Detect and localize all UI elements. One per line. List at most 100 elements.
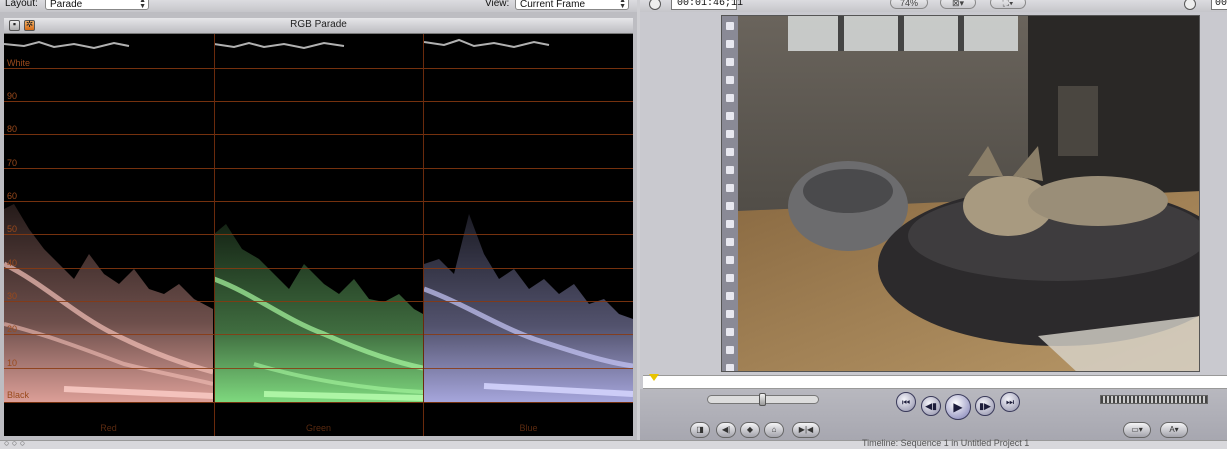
clock-icon[interactable] — [1184, 0, 1196, 10]
popup-arrows-icon: ▲ ▼ — [139, 0, 146, 10]
red-waveform — [4, 40, 213, 402]
film-hole — [726, 364, 734, 371]
generator-popup[interactable]: ▭▾ — [1123, 422, 1151, 438]
film-hole — [726, 130, 734, 138]
timecode-field[interactable]: 00:01:46;11 — [671, 0, 743, 10]
gridline-label: 90 — [7, 91, 18, 101]
scope-title-bar: ▪ ✲ RGB Parade — [4, 18, 633, 34]
gridline-label: 70 — [7, 158, 18, 168]
gridline-label: Black — [7, 390, 30, 400]
video-frame[interactable] — [721, 15, 1200, 372]
channel-label-red: Red — [100, 423, 117, 433]
step-forward-button[interactable]: ▮▶ — [975, 396, 995, 416]
scrubber-bar[interactable] — [643, 374, 1227, 389]
film-hole — [726, 184, 734, 192]
viewer-panel: 00:01:46;11 74% ⊠▾ ⛶▾ 00 ⏮ ◀▮ ▶ ▮▶ ⏭ ◨ ◀… — [640, 0, 1227, 440]
playhead-icon[interactable] — [649, 374, 659, 381]
scope-title: RGB Parade — [290, 19, 347, 30]
gridline-label: 80 — [7, 124, 18, 134]
gridline-20 — [4, 334, 633, 335]
zoom-value: 74% — [899, 0, 918, 8]
gridline-label: 60 — [7, 191, 18, 201]
film-hole — [726, 328, 734, 336]
gridline-40 — [4, 268, 633, 269]
film-hole — [726, 220, 734, 228]
view-value: Current Frame — [520, 0, 586, 10]
play-icon: ▶ — [953, 400, 963, 414]
channel-label-blue: Blue — [519, 423, 538, 433]
generator-icon: ▭▾ — [1131, 425, 1143, 434]
overlay-icon: ⛶▾ — [1002, 0, 1014, 8]
view-mode-popup[interactable]: ⊠▾ — [940, 0, 976, 9]
mark-in-out-icon: ▶|◀ — [798, 425, 814, 434]
scope-toolbar: Layout: Parade ▲ ▼ View: Current Frame ▲ ▼ — [0, 0, 637, 12]
film-hole — [726, 94, 734, 102]
mark-clip-button[interactable]: ◀| — [716, 422, 736, 438]
film-hole — [726, 292, 734, 300]
gridline-label: 20 — [7, 324, 18, 334]
mark-clip-icon: ◀| — [721, 425, 731, 434]
timecode-right-field[interactable]: 00 — [1211, 0, 1227, 10]
film-hole — [726, 238, 734, 246]
view-label: View: — [485, 0, 510, 9]
window-controls[interactable]: ○ ○ ○ — [4, 438, 25, 448]
gridline-label: 10 — [7, 358, 18, 368]
channel-divider — [423, 34, 424, 436]
film-hole — [726, 22, 734, 30]
film-hole — [726, 274, 734, 282]
match-frame-icon: ◨ — [696, 425, 704, 434]
film-hole — [726, 166, 734, 174]
match-frame-button[interactable]: ◨ — [690, 422, 710, 438]
clock-icon[interactable] — [649, 0, 661, 10]
gridline-label: 50 — [7, 224, 18, 234]
gridline-60 — [4, 201, 633, 202]
skip-forward-button[interactable]: ⏭ — [1000, 392, 1020, 412]
channel-divider — [214, 34, 215, 436]
add-marker-button[interactable]: ⌂ — [764, 422, 784, 438]
timeline-window-title: Timeline: Sequence 1 in Untitled Project… — [862, 438, 1030, 448]
text-generator-popup[interactable]: A▾ — [1160, 422, 1188, 438]
layout-value: Parade — [50, 0, 83, 10]
skip-back-icon: ⏮ — [901, 397, 911, 407]
blue-waveform — [424, 38, 633, 402]
film-hole — [726, 256, 734, 264]
film-hole — [726, 76, 734, 84]
gridline-white — [4, 68, 633, 69]
keyframe-icon: ◆ — [746, 425, 754, 434]
view-popup[interactable]: Current Frame ▲ ▼ — [515, 0, 629, 10]
film-hole — [726, 346, 734, 354]
mark-in-out-button[interactable]: ▶|◀ — [792, 422, 820, 438]
text-generator-icon: A▾ — [1169, 425, 1179, 434]
gridline-70 — [4, 168, 633, 169]
play-button[interactable]: ▶ — [945, 394, 971, 420]
step-back-icon: ◀▮ — [925, 401, 937, 411]
popup-arrows-icon: ▲ ▼ — [619, 0, 626, 10]
zoom-popup[interactable]: 74% — [890, 0, 928, 9]
gridline-label: 30 — [7, 291, 18, 301]
gridline-10 — [4, 368, 633, 369]
gridline-90 — [4, 101, 633, 102]
scope-panel: Layout: Parade ▲ ▼ View: Current Frame ▲ ▼… — [0, 0, 637, 440]
film-hole — [726, 40, 734, 48]
view-mode-icon: ⊠▾ — [951, 0, 965, 8]
shuttle-slider[interactable] — [707, 393, 819, 406]
skip-forward-icon: ⏭ — [1005, 397, 1015, 407]
film-hole — [726, 148, 734, 156]
layout-popup[interactable]: Parade ▲ ▼ — [45, 0, 149, 10]
gridline-black — [4, 402, 633, 403]
skip-back-button[interactable]: ⏮ — [896, 392, 916, 412]
add-keyframe-button[interactable]: ◆ — [740, 422, 760, 438]
step-back-button[interactable]: ◀▮ — [921, 396, 941, 416]
film-hole — [726, 112, 734, 120]
video-frame-image — [738, 16, 1199, 371]
shuttle-knob[interactable] — [759, 393, 766, 406]
gridline-label: 40 — [7, 258, 18, 268]
layout-label: Layout: — [5, 0, 38, 9]
gridline-80 — [4, 134, 633, 135]
marker-icon: ⌂ — [771, 425, 777, 434]
rgb-parade-scope: White 90 80 70 60 50 40 30 20 10 Black R… — [4, 34, 633, 436]
overlay-popup[interactable]: ⛶▾ — [990, 0, 1026, 9]
film-strip — [722, 16, 738, 371]
green-waveform — [214, 41, 423, 402]
jog-wheel[interactable] — [1100, 395, 1208, 404]
